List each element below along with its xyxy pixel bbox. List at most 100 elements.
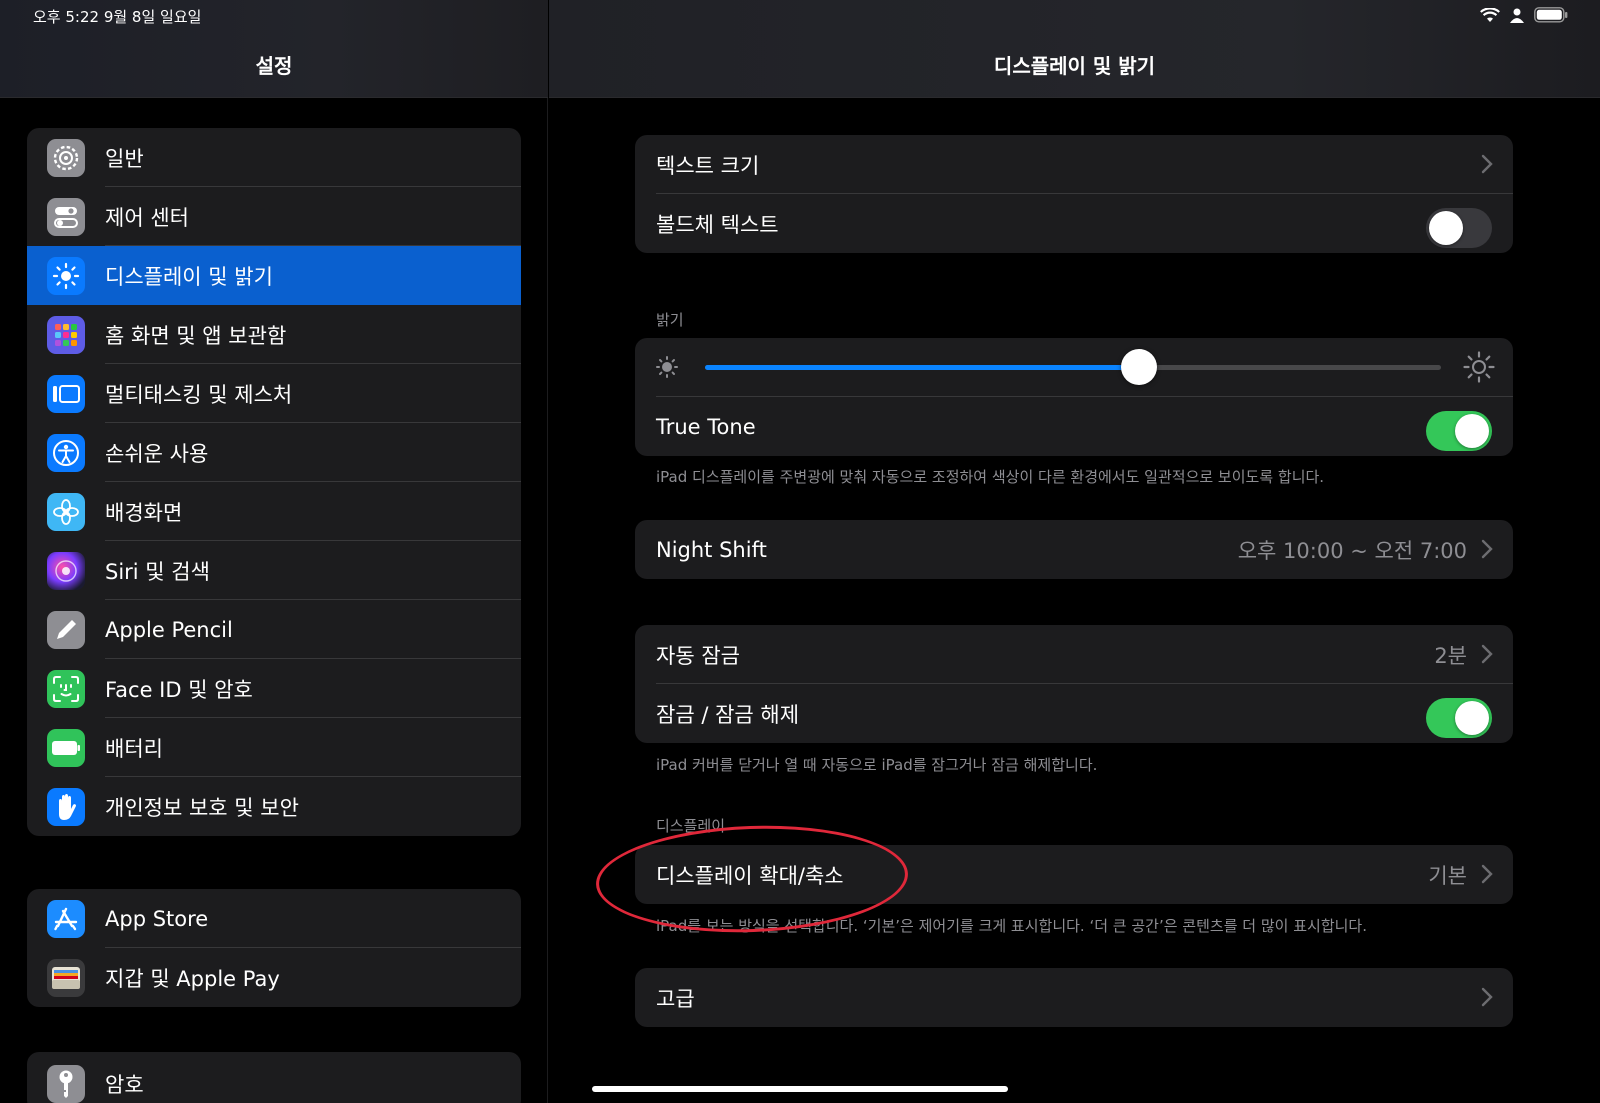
night-shift-group: Night Shift 오후 10:00 ~ 오전 7:00 (635, 520, 1513, 579)
chevron-right-icon (1481, 644, 1493, 664)
sidebar-item-label: Apple Pencil (105, 617, 233, 642)
sidebar-item-label: 멀티태스킹 및 제스처 (105, 382, 293, 407)
accessibility-icon (47, 433, 85, 472)
home-indicator[interactable] (592, 1086, 1008, 1092)
wifi-icon (1480, 7, 1500, 22)
lock-unlock-toggle[interactable] (1426, 698, 1492, 738)
night-shift-row[interactable]: Night Shift 오후 10:00 ~ 오전 7:00 (635, 520, 1513, 579)
display-zoom-label: 디스플레이 확대/축소 (656, 863, 844, 888)
gear-icon (47, 138, 85, 177)
settings-sidebar: 설정 일반 제어 센터 디스플레이 및 밝기 홈 화면 및 앱 보관함 멀티태스… (0, 0, 548, 1103)
brightness-slider[interactable] (705, 349, 1441, 385)
auto-lock-label: 자동 잠금 (656, 643, 740, 668)
advanced-row[interactable]: 고급 (635, 968, 1513, 1027)
sidebar-item-wallet[interactable]: 지갑 및 Apple Pay (27, 948, 521, 1007)
brightness-section-header: 밝기 (656, 311, 684, 329)
text-size-label: 텍스트 크기 (656, 153, 760, 178)
brightness-group: True Tone (635, 338, 1513, 456)
sidebar-item-label: 일반 (105, 146, 144, 171)
advanced-label: 고급 (656, 986, 695, 1011)
sidebar-item-apple-pencil[interactable]: Apple Pencil (27, 600, 521, 659)
chevron-right-icon (1481, 154, 1493, 174)
display-zoom-caption: iPad를 보는 방식을 선택합니다. ‘기본’은 제어기를 크게 표시합니다.… (656, 917, 1367, 935)
bold-text-toggle[interactable] (1426, 208, 1492, 248)
lock-unlock-row: 잠금 / 잠금 해제 (635, 684, 1513, 743)
key-icon (47, 1064, 85, 1103)
sidebar-item-label: Face ID 및 암호 (105, 677, 253, 702)
sidebar-item-face-id[interactable]: Face ID 및 암호 (27, 659, 521, 718)
sidebar-item-label: 홈 화면 및 앱 보관함 (105, 323, 287, 348)
sidebar-item-general[interactable]: 일반 (27, 128, 521, 187)
sidebar-item-wallpaper[interactable]: 배경화면 (27, 482, 521, 541)
battery-status-icon (1534, 7, 1568, 23)
lock-group: 자동 잠금 2분 잠금 / 잠금 해제 (635, 625, 1513, 743)
chevron-right-icon (1481, 864, 1493, 884)
sidebar-item-label: 제어 센터 (105, 205, 189, 230)
auto-lock-row[interactable]: 자동 잠금 2분 (635, 625, 1513, 684)
sidebar-item-label: 개인정보 보호 및 보안 (105, 795, 299, 820)
brightness-slider-row (635, 338, 1513, 397)
page-title: 디스플레이 및 밝기 (993, 54, 1156, 78)
sidebar-item-home-screen[interactable]: 홈 화면 및 앱 보관함 (27, 305, 521, 364)
appstore-icon (47, 899, 85, 938)
sidebar-item-battery[interactable]: 배터리 (27, 718, 521, 777)
sidebar-item-multitasking[interactable]: 멀티태스킹 및 제스처 (27, 364, 521, 423)
status-bar: 오후 5:22 9월 8일 일요일 (0, 0, 1600, 30)
app-grid-icon (47, 315, 85, 354)
display-section-header: 디스플레이 (656, 817, 726, 835)
auto-lock-value: 2분 (1434, 643, 1467, 668)
text-size-row[interactable]: 텍스트 크기 (635, 135, 1513, 194)
lock-unlock-label: 잠금 / 잠금 해제 (656, 702, 800, 727)
sun-small-icon (656, 356, 678, 378)
sidebar-item-label: 배터리 (105, 736, 163, 761)
sidebar-item-label: App Store (105, 906, 209, 931)
status-time: 오후 5:22 9월 8일 일요일 (33, 8, 202, 26)
sidebar-item-label: 손쉬운 사용 (105, 441, 209, 466)
sidebar-item-passwords[interactable]: 암호 (27, 1054, 521, 1103)
battery-icon (47, 728, 85, 767)
bold-text-row: 볼드체 텍스트 (635, 194, 1513, 253)
display-zoom-group: 디스플레이 확대/축소 기본 (635, 845, 1513, 904)
sidebar-item-display-brightness[interactable]: 디스플레이 및 밝기 (27, 246, 521, 305)
sidebar-item-label: 암호 (105, 1072, 144, 1097)
switches-icon (47, 197, 85, 236)
chevron-right-icon (1481, 539, 1493, 559)
sun-large-icon (1463, 351, 1495, 383)
true-tone-toggle[interactable] (1426, 411, 1492, 451)
night-shift-value: 오후 10:00 ~ 오전 7:00 (1237, 538, 1467, 563)
true-tone-label: True Tone (656, 414, 756, 439)
sidebar-item-control-center[interactable]: 제어 센터 (27, 187, 521, 246)
sidebar-item-label: 배경화면 (105, 500, 183, 525)
sidebar-item-privacy[interactable]: 개인정보 보호 및 보안 (27, 777, 521, 836)
siri-icon (47, 551, 85, 590)
person-icon (1510, 8, 1524, 23)
sidebar-item-label: 지갑 및 Apple Pay (105, 966, 280, 991)
display-zoom-row[interactable]: 디스플레이 확대/축소 기본 (635, 845, 1513, 904)
display-zoom-value: 기본 (1428, 863, 1467, 888)
sun-icon (47, 256, 85, 295)
true-tone-row: True Tone (635, 397, 1513, 456)
sidebar-item-label: Siri 및 검색 (105, 559, 210, 584)
wallet-icon (47, 958, 85, 997)
sidebar-group-store: App Store 지갑 및 Apple Pay (27, 889, 521, 1007)
brightness-slider-handle[interactable] (1121, 349, 1158, 385)
sidebar-title: 설정 (255, 54, 293, 78)
sidebar-group-passwords: 암호 (27, 1052, 521, 1103)
chevron-right-icon (1481, 987, 1493, 1007)
sidebar-item-label: 디스플레이 및 밝기 (105, 264, 273, 289)
advanced-group: 고급 (635, 968, 1513, 1027)
pencil-icon (47, 610, 85, 649)
lock-caption: iPad 커버를 닫거나 열 때 자동으로 iPad를 잠그거나 잠금 해제합니… (656, 756, 1098, 774)
night-shift-label: Night Shift (656, 537, 767, 562)
sidebar-item-accessibility[interactable]: 손쉬운 사용 (27, 423, 521, 482)
sidebar-item-siri[interactable]: Siri 및 검색 (27, 541, 521, 600)
flower-icon (47, 492, 85, 531)
text-settings-group: 텍스트 크기 볼드체 텍스트 (635, 135, 1513, 253)
true-tone-caption: iPad 디스플레이를 주변광에 맞춰 자동으로 조정하여 색상이 다른 환경에… (656, 468, 1325, 486)
hand-icon (47, 787, 85, 826)
status-icons (1480, 7, 1568, 23)
multitask-icon (47, 374, 85, 413)
faceid-icon (47, 669, 85, 708)
sidebar-item-app-store[interactable]: App Store (27, 889, 521, 948)
bold-text-label: 볼드체 텍스트 (656, 212, 779, 237)
